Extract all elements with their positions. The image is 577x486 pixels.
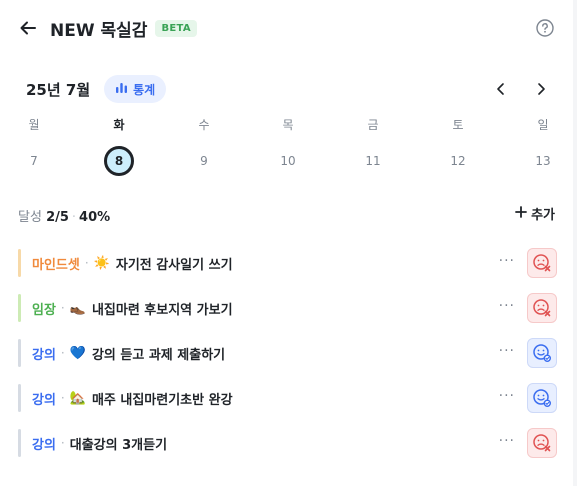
month-row: 25년 7월 통계 xyxy=(26,74,549,104)
month-label: 25년 7월 xyxy=(26,80,91,99)
task-row[interactable]: 임장 · 👞 내집마련 후보지역 가보기 ··· xyxy=(18,291,557,325)
sad-face-x-icon[interactable] xyxy=(527,293,557,323)
task-list: 마인드셋 · ☀️ 자기전 감사일기 쓰기 ··· 임장 · 👞 내집마련 후보… xyxy=(18,246,557,471)
task-category: 마인드셋 xyxy=(32,257,80,273)
category-color-bar xyxy=(18,294,21,322)
day-column[interactable]: 수 9 xyxy=(184,116,224,168)
day-number: 8 xyxy=(99,146,139,176)
category-color-bar xyxy=(18,384,21,412)
day-column[interactable]: 목 10 xyxy=(268,116,308,168)
sad-face-x-icon[interactable] xyxy=(527,428,557,458)
task-text: 대출강의 3개듣기 xyxy=(69,437,168,453)
separator-dot: · xyxy=(60,301,65,315)
more-options-icon[interactable]: ··· xyxy=(499,343,515,359)
day-number: 12 xyxy=(450,154,466,168)
progress-percent: 40% xyxy=(79,210,111,225)
day-column[interactable]: 일 13 xyxy=(523,116,563,168)
task-emoji: 💙 xyxy=(69,345,86,361)
day-number: 7 xyxy=(30,154,38,168)
chevron-right-icon[interactable] xyxy=(533,81,549,97)
day-of-week: 화 xyxy=(113,118,125,132)
beta-badge: BETA xyxy=(155,19,197,37)
task-category: 임장 xyxy=(32,302,56,318)
task-emoji: 🏡 xyxy=(69,390,86,406)
page-title: NEW 목실감 xyxy=(50,20,148,41)
separator-dot: · xyxy=(60,346,65,360)
progress-count: 2/5 xyxy=(46,210,69,225)
task-emoji: ☀️ xyxy=(93,255,110,271)
task-text: 강의 듣고 과제 제출하기 xyxy=(91,347,226,363)
more-options-icon[interactable]: ··· xyxy=(499,298,515,314)
add-button[interactable]: 추가 xyxy=(515,204,555,223)
bar-chart-icon xyxy=(115,81,128,97)
day-column-selected[interactable]: 화 8 xyxy=(99,116,139,176)
day-column[interactable]: 토 12 xyxy=(438,116,478,168)
progress-summary: 달성 2/5 · 40% xyxy=(18,206,110,225)
day-of-week: 토 xyxy=(452,118,464,132)
plus-icon xyxy=(515,205,527,222)
task-text: 자기전 감사일기 쓰기 xyxy=(115,257,233,273)
progress-dot: · xyxy=(71,210,77,225)
week-strip: 월 7 화 8 수 9 목 10 금 11 토 12 일 13 xyxy=(0,116,573,176)
question-circle-icon[interactable] xyxy=(535,18,555,38)
task-category: 강의 xyxy=(32,392,56,408)
day-of-week: 금 xyxy=(367,118,379,132)
day-of-week: 목 xyxy=(282,118,294,132)
task-row[interactable]: 강의 · 💙 강의 듣고 과제 제출하기 ··· xyxy=(18,336,557,370)
day-number: 11 xyxy=(365,154,381,168)
day-number: 13 xyxy=(535,154,551,168)
week-nav xyxy=(493,81,549,97)
selected-day-circle: 8 xyxy=(104,146,134,176)
day-of-week: 수 xyxy=(198,118,210,132)
add-label: 추가 xyxy=(531,208,555,223)
category-color-bar xyxy=(18,339,21,367)
arrow-left-icon[interactable] xyxy=(18,18,38,38)
task-row[interactable]: 강의 · 대출강의 3개듣기 ··· xyxy=(18,426,557,460)
day-of-week: 월 xyxy=(28,118,40,132)
task-text: 매주 내집마련기초반 완강 xyxy=(91,392,233,408)
task-row[interactable]: 마인드셋 · ☀️ 자기전 감사일기 쓰기 ··· xyxy=(18,246,557,280)
day-of-week: 일 xyxy=(537,118,549,132)
task-category: 강의 xyxy=(32,347,56,363)
separator-dot: · xyxy=(60,391,65,405)
task-emoji: 👞 xyxy=(69,300,86,316)
more-options-icon[interactable]: ··· xyxy=(499,253,515,269)
happy-face-check-icon[interactable] xyxy=(527,338,557,368)
more-options-icon[interactable]: ··· xyxy=(499,433,515,449)
task-text: 내집마련 후보지역 가보기 xyxy=(91,302,233,318)
header: NEW 목실감 BETA xyxy=(18,14,555,42)
separator-dot: · xyxy=(84,256,89,270)
goal-panel: NEW 목실감 BETA 25년 7월 통계 월 7 화 8 수 9 목 10 … xyxy=(0,0,573,486)
more-options-icon[interactable]: ··· xyxy=(499,388,515,404)
sad-face-x-icon[interactable] xyxy=(527,248,557,278)
task-row[interactable]: 강의 · 🏡 매주 내집마련기초반 완강 ··· xyxy=(18,381,557,415)
category-color-bar xyxy=(18,249,21,277)
separator-dot: · xyxy=(60,436,65,450)
stats-button[interactable]: 통계 xyxy=(104,75,167,103)
chevron-left-icon[interactable] xyxy=(493,81,509,97)
stats-label: 통계 xyxy=(133,82,156,97)
day-column[interactable]: 월 7 xyxy=(14,116,54,168)
happy-face-check-icon[interactable] xyxy=(527,383,557,413)
day-column[interactable]: 금 11 xyxy=(353,116,393,168)
progress-label: 달성 xyxy=(18,210,42,225)
day-number: 9 xyxy=(200,154,208,168)
task-category: 강의 xyxy=(32,437,56,453)
day-number: 10 xyxy=(280,154,296,168)
category-color-bar xyxy=(18,429,21,457)
